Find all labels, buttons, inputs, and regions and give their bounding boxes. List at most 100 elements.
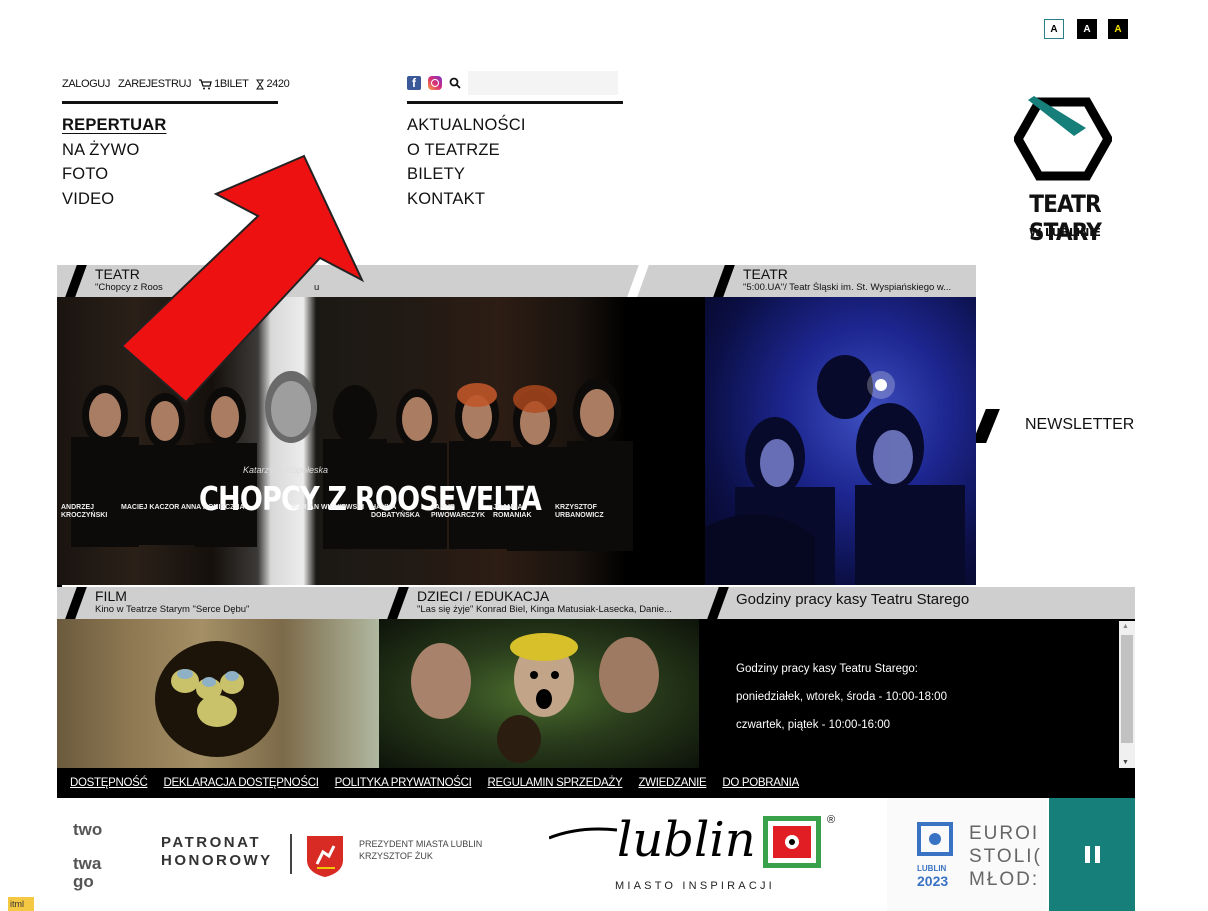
euro-year-line: 2023 (917, 873, 949, 889)
footer-link-polityka[interactable]: POLITYKA PRYWATNOŚCI (335, 777, 472, 789)
newsletter-link[interactable]: NEWSLETTER (1025, 416, 1134, 434)
euro-line: EUROI (969, 823, 1040, 844)
box-office-title: Godziny pracy kasy Teatru Starego (736, 591, 970, 608)
box-office-hours: Godziny pracy kasy Teatru Starego: ponie… (736, 655, 947, 739)
tile-category: DZIECI / EDUKACJA (417, 588, 550, 604)
hours-line: Godziny pracy kasy Teatru Starego: (736, 663, 918, 675)
slash-decor (707, 587, 729, 619)
president-label: PREZYDENT MIASTA LUBLIN KRZYSZTOF ŻUK (359, 838, 482, 862)
tile-category: TEATR (743, 266, 788, 282)
scrollbar[interactable]: ▲ ▼ (1119, 621, 1135, 768)
cast-name: MACIEJ KACZOR (121, 504, 180, 511)
tile-teatr-500ua[interactable]: TEATR "5:00.UA"/ Teatr Śląski im. St. Wy… (705, 265, 976, 585)
cast-name: JOANNA ROMANIAK (493, 504, 532, 519)
lublin-swash-icon (549, 827, 618, 840)
main-nav-right: AKTUALNOŚCI O TEATRZE BILETY KONTAKT (407, 113, 526, 211)
lublin-tagline: MIASTO INSPIRACJI (615, 880, 775, 892)
search-icon[interactable] (449, 77, 461, 89)
tile-box-office: Godziny pracy kasy Teatru Starego Godzin… (699, 587, 1135, 768)
patronat-line: PATRONAT (161, 834, 261, 851)
nav-repertuar[interactable]: REPERTUAR (62, 113, 166, 138)
cart-link[interactable]: 1BILET (199, 78, 249, 90)
euro-youth-emblem-icon (917, 822, 953, 856)
tile-subtitle: Kino w Teatrze Starym "Serce Dębu" (95, 604, 250, 615)
cast-name: JAKUB PIWOWARCZYK (431, 504, 486, 519)
nav-o-teatrze[interactable]: O TEATRZE (407, 138, 526, 163)
scroll-down-arrow-icon[interactable]: ▼ (1122, 759, 1129, 766)
euro-youth-text: EUROI STOLI( MŁOD: (969, 822, 1042, 891)
cart-icon (199, 78, 212, 89)
footer-link-zwiedzanie[interactable]: ZWIEDZANIE (638, 777, 706, 789)
footer-link-do-pobrania[interactable]: DO POBRANIA (722, 777, 799, 789)
contrast-normal-button[interactable]: A (1044, 19, 1064, 39)
nav-bilety[interactable]: BILETY (407, 162, 526, 187)
film-photo (57, 619, 379, 768)
scrollbar-thumb[interactable] (1121, 635, 1133, 743)
cast-name: MARIAN WIŚNIEWSKI (291, 504, 365, 511)
president-line: PREZYDENT MIASTA LUBLIN (359, 839, 483, 849)
patronat-label: PATRONAT HONOROWY (161, 834, 273, 870)
tile-dzieci-edukacja[interactable]: DZIECI / EDUKACJA "Las się żyje" Konrad … (379, 587, 699, 768)
president-line: KRZYSZTOF ŻUK (359, 851, 433, 861)
newsletter-slash (972, 409, 1000, 443)
nav-kontakt[interactable]: KONTAKT (407, 187, 526, 212)
red-arrow-annotation (120, 154, 365, 404)
hours-line: poniedziałek, wtorek, środa - 10:00-18:0… (736, 691, 947, 703)
euro-line: MŁOD: (969, 869, 1040, 890)
tile-film[interactable]: FILM Kino w Teatrze Starym "Serce Dębu" (57, 587, 379, 768)
pause-icon (1084, 846, 1100, 863)
lublin-coat-of-arms-icon (307, 836, 343, 877)
kids-photo (379, 619, 699, 768)
html-tag-badge: itml (8, 897, 34, 911)
user-bar: ZALOGUJ ZAREJESTRUJ 1BILET 2420 (62, 74, 290, 94)
cast-name: HANNA DOBATYŃSKA (371, 504, 420, 519)
slash-decor (627, 265, 649, 297)
footer-link-dostepnosc[interactable]: DOSTĘPNOŚĆ (70, 777, 148, 789)
euro-year: LUBLIN 2023 (917, 864, 948, 889)
search-input[interactable] (468, 71, 618, 95)
carousel-pause-button[interactable] (1049, 798, 1135, 911)
cart-count: 1BILET (214, 78, 249, 90)
partner-fragment: two twa go (73, 818, 102, 894)
cast-name: KRZYSZTOF URBANOWICZ (555, 504, 604, 519)
login-link[interactable]: ZALOGUJ (62, 78, 110, 90)
contrast-yellow-button[interactable]: A (1108, 19, 1128, 39)
timer: 2420 (256, 78, 290, 90)
slash-decor (65, 587, 87, 619)
play-photo (705, 297, 976, 585)
tile-subtitle: "5:00.UA"/ Teatr Śląski im. St. Wyspiańs… (743, 282, 952, 293)
register-link[interactable]: ZAREJESTRUJ (118, 78, 192, 90)
logo-subtitle: W LUBLINIE (1029, 226, 1101, 239)
instagram-icon[interactable] (428, 76, 442, 90)
footer-link-regulamin[interactable]: REGULAMIN SPRZEDAŻY (488, 777, 623, 789)
footer-links-bar: DOSTĘPNOŚĆ DEKLARACJA DOSTĘPNOŚCI POLITY… (57, 768, 1135, 798)
tile-category: FILM (95, 588, 127, 604)
cast-name: ANDRZEJ KROCZYŃSKI (61, 504, 108, 519)
tile-header: DZIECI / EDUKACJA "Las się żyje" Konrad … (379, 587, 699, 619)
footer-link-deklaracja[interactable]: DEKLARACJA DOSTĘPNOŚCI (164, 777, 319, 789)
poster-author: Katarzyna Kopołeska (243, 465, 329, 475)
timer-value: 2420 (266, 78, 290, 90)
lublin-logo[interactable]: lublin (617, 812, 756, 868)
registered-mark: ® (827, 814, 836, 826)
divider (290, 834, 292, 874)
slash-decor (65, 265, 87, 297)
slash-decor (387, 587, 409, 619)
theatre-logo-icon[interactable] (1014, 96, 1112, 182)
euro-line: STOLI( (969, 846, 1042, 867)
facebook-icon[interactable]: f (407, 76, 421, 90)
partners-carousel: two twa go PATRONAT HONOROWY PREZYDENT M… (57, 798, 1135, 911)
scroll-up-arrow-icon[interactable]: ▲ (1122, 623, 1129, 630)
divider (62, 101, 278, 104)
tile-header: FILM Kino w Teatrze Starym "Serce Dębu" (57, 587, 379, 619)
divider (407, 101, 623, 104)
patronat-line: HONOROWY (161, 852, 273, 869)
partner-fragment-line: two (73, 820, 103, 839)
cast-name: ANNA KONIECZNA (181, 504, 245, 511)
tile-subtitle: "Las się żyje" Konrad Biel, Kinga Matusi… (417, 604, 672, 615)
contrast-dark-button[interactable]: A (1077, 19, 1097, 39)
nav-aktualnosci[interactable]: AKTUALNOŚCI (407, 113, 526, 138)
tile-header: Godziny pracy kasy Teatru Starego (699, 587, 1135, 619)
lublin-emblem-icon (763, 816, 821, 868)
slash-decor (713, 265, 735, 297)
